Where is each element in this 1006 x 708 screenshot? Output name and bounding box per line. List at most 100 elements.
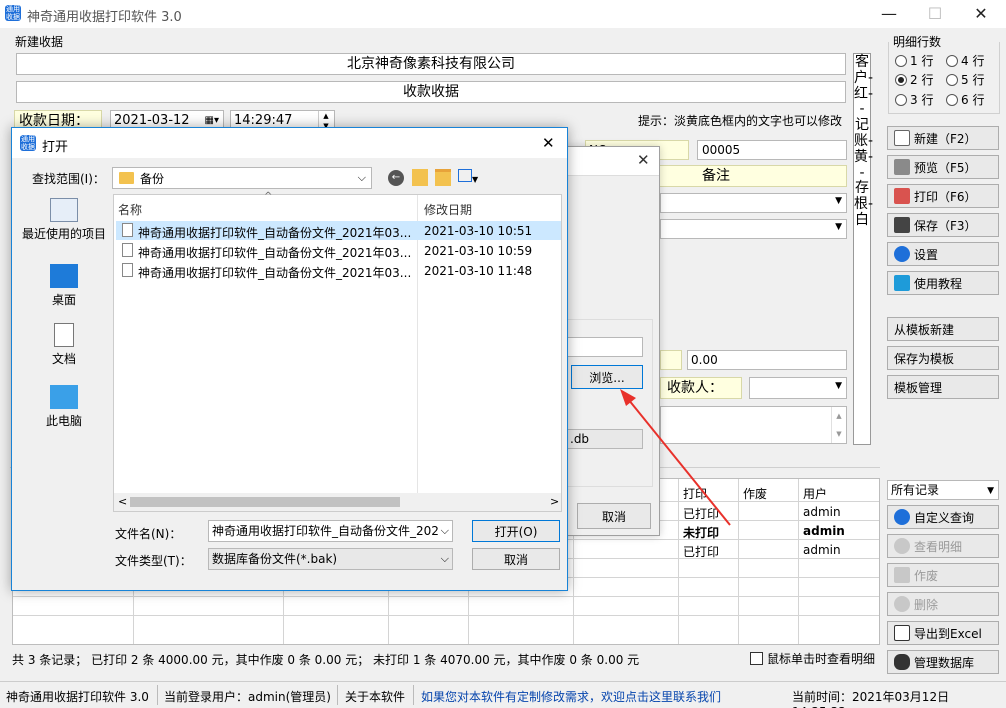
dialog-close-icon[interactable]: ✕ [542, 134, 555, 152]
chevron-down-icon: ▼ [472, 175, 479, 184]
amount-field[interactable]: 0.00 [687, 350, 847, 370]
about-link[interactable]: 关于本软件 [345, 688, 405, 705]
file-name[interactable]: 神奇通用收据打印软件_自动备份文件_2021年03... [138, 244, 411, 261]
radio-circle [946, 54, 958, 67]
file-list[interactable]: ^ 名称 修改日期 神奇通用收据打印软件_自动备份文件_2021年03... 2… [113, 191, 562, 512]
documents-icon [54, 323, 74, 347]
desktop-icon [50, 264, 78, 288]
checkbox-box [750, 652, 763, 665]
dialog-cancel-button[interactable]: 取消 [472, 548, 560, 570]
radio-2-row[interactable]: 2 行 [895, 71, 933, 88]
radio-1-row[interactable]: 1 行 [895, 52, 933, 69]
look-in-combo[interactable]: 备份 ⌵ [112, 167, 372, 189]
contact-link[interactable]: 如果您对本软件有定制修改需求，欢迎点击这里联系我们 [421, 688, 721, 705]
close-button[interactable]: ✕ [958, 0, 1004, 28]
print-button[interactable]: 打印（F6） [887, 184, 999, 208]
save-template-button[interactable]: 保存为模板 [887, 346, 999, 370]
annotation-arrow [620, 389, 731, 526]
radio-circle [946, 73, 958, 86]
new-button[interactable]: 新建（F2） [887, 126, 999, 150]
computer-icon [50, 385, 78, 409]
delete-icon [894, 596, 910, 612]
filetype-combo[interactable]: 数据库备份文件(*.bak) ⌵ [208, 548, 453, 570]
file-date: 2021-03-10 10:59 [424, 244, 533, 258]
scroll-right-icon[interactable]: > [550, 495, 559, 508]
delete-button[interactable]: 删除 [887, 592, 999, 616]
void-button[interactable]: 作废 [887, 563, 999, 587]
file-icon [122, 243, 133, 260]
database-icon [894, 654, 910, 670]
chevron-down-icon: ▼ [835, 196, 842, 206]
arrow-head [620, 389, 636, 406]
save-button[interactable]: 保存（F3） [887, 213, 999, 237]
place-desktop[interactable]: 桌面 [18, 264, 110, 308]
column-header-date[interactable]: 修改日期 [424, 201, 472, 218]
preview-button[interactable]: 预览（F5） [887, 155, 999, 179]
back-icon[interactable]: ← [388, 170, 404, 186]
scroll-left-icon[interactable]: < [118, 495, 127, 508]
tutorial-button[interactable]: 使用教程 [887, 271, 999, 295]
open-file-dialog: 通用收据 打开 ✕ 查找范围(I)： 备份 ⌵ ← ▼ 最近使用的项目 桌面 文… [11, 127, 568, 591]
look-in-label: 查找范围(I)： [32, 172, 105, 186]
custom-query-button[interactable]: 自定义查询 [887, 505, 999, 529]
preview-printer-icon [894, 159, 910, 175]
place-recent[interactable]: 最近使用的项目 [18, 198, 110, 242]
horizontal-scrollbar[interactable]: < > [114, 493, 561, 511]
file-date: 2021-03-10 10:51 [424, 224, 533, 238]
app-icon: 通用收据 [5, 5, 21, 21]
file-name[interactable]: 神奇通用收据打印软件_自动备份文件_2021年03... [138, 264, 411, 281]
combo-1[interactable]: ▼ [660, 193, 847, 213]
chevron-down-icon: ▼ [835, 381, 842, 391]
export-excel-button[interactable]: 导出到Excel [887, 621, 999, 645]
new-doc-icon [894, 130, 910, 146]
receiver-combo[interactable]: ▼ [749, 377, 847, 399]
combo-2[interactable]: ▼ [660, 219, 847, 239]
sort-up-icon: ^ [264, 191, 273, 202]
doc-title-field[interactable]: 收款收据 [16, 81, 846, 103]
scrollbar[interactable]: ▲ ▼ [831, 407, 846, 443]
cell-user: admin [803, 543, 841, 557]
view-menu-icon[interactable]: ▼ [458, 169, 484, 186]
chevron-down-icon: ⌵ [440, 521, 449, 541]
template-manager-button[interactable]: 模板管理 [887, 375, 999, 399]
from-template-button[interactable]: 从模板新建 [887, 317, 999, 341]
radio-4-row[interactable]: 4 行 [946, 52, 984, 69]
radio-circle [946, 93, 958, 106]
manage-database-button[interactable]: 管理数据库 [887, 650, 999, 674]
no-value-field[interactable]: 00005 [697, 140, 847, 160]
radio-circle-selected [895, 73, 907, 86]
open-dialog-titlebar: 通用收据 打开 ✕ [12, 128, 567, 158]
click-detail-checkbox[interactable]: 鼠标单击时查看明细 [750, 650, 875, 667]
cell-user: admin [803, 505, 841, 519]
new-folder-icon[interactable] [435, 169, 451, 186]
scrollbar-thumb[interactable] [130, 497, 400, 507]
company-field[interactable]: 北京神奇像素科技有限公司 [16, 53, 846, 75]
backdrop-path-field[interactable] [567, 337, 643, 357]
chevron-down-icon: ▼ [835, 222, 842, 232]
radio-6-row[interactable]: 6 行 [946, 91, 984, 108]
filename-combo[interactable]: 神奇通用收据打印软件_自动备份文件_202 ⌵ [208, 520, 453, 542]
up-folder-icon[interactable] [412, 169, 428, 186]
column-header-void[interactable]: 作废 [743, 485, 767, 502]
record-filter-select[interactable]: 所有记录 ▼ [887, 480, 999, 500]
view-detail-button[interactable]: 查看明细 [887, 534, 999, 558]
place-documents[interactable]: 文档 [18, 323, 110, 367]
column-header-user[interactable]: 用户 [803, 485, 827, 502]
save-disk-icon [894, 217, 910, 233]
settings-button[interactable]: 设置 [887, 242, 999, 266]
radio-5-row[interactable]: 5 行 [946, 71, 984, 88]
radio-circle [895, 93, 907, 106]
maximize-button[interactable]: ☐ [912, 0, 958, 28]
column-header-name[interactable]: 名称 [118, 201, 142, 218]
recent-icon [50, 198, 78, 222]
backdrop-close-icon[interactable]: ✕ [637, 151, 650, 169]
chevron-down-icon: ⌵ [357, 171, 366, 184]
cell-user: admin [803, 524, 845, 538]
filetype-label: 文件类型(T)： [115, 554, 192, 568]
open-button[interactable]: 打开(O) [472, 520, 560, 542]
radio-3-row[interactable]: 3 行 [895, 91, 933, 108]
place-this-pc[interactable]: 此电脑 [18, 385, 110, 429]
status-bar: 神奇通用收据打印软件 3.0 当前登录用户：admin(管理员) 关于本软件 如… [0, 681, 1006, 708]
minimize-button[interactable]: — [866, 0, 912, 28]
amount-label[interactable] [660, 350, 682, 370]
